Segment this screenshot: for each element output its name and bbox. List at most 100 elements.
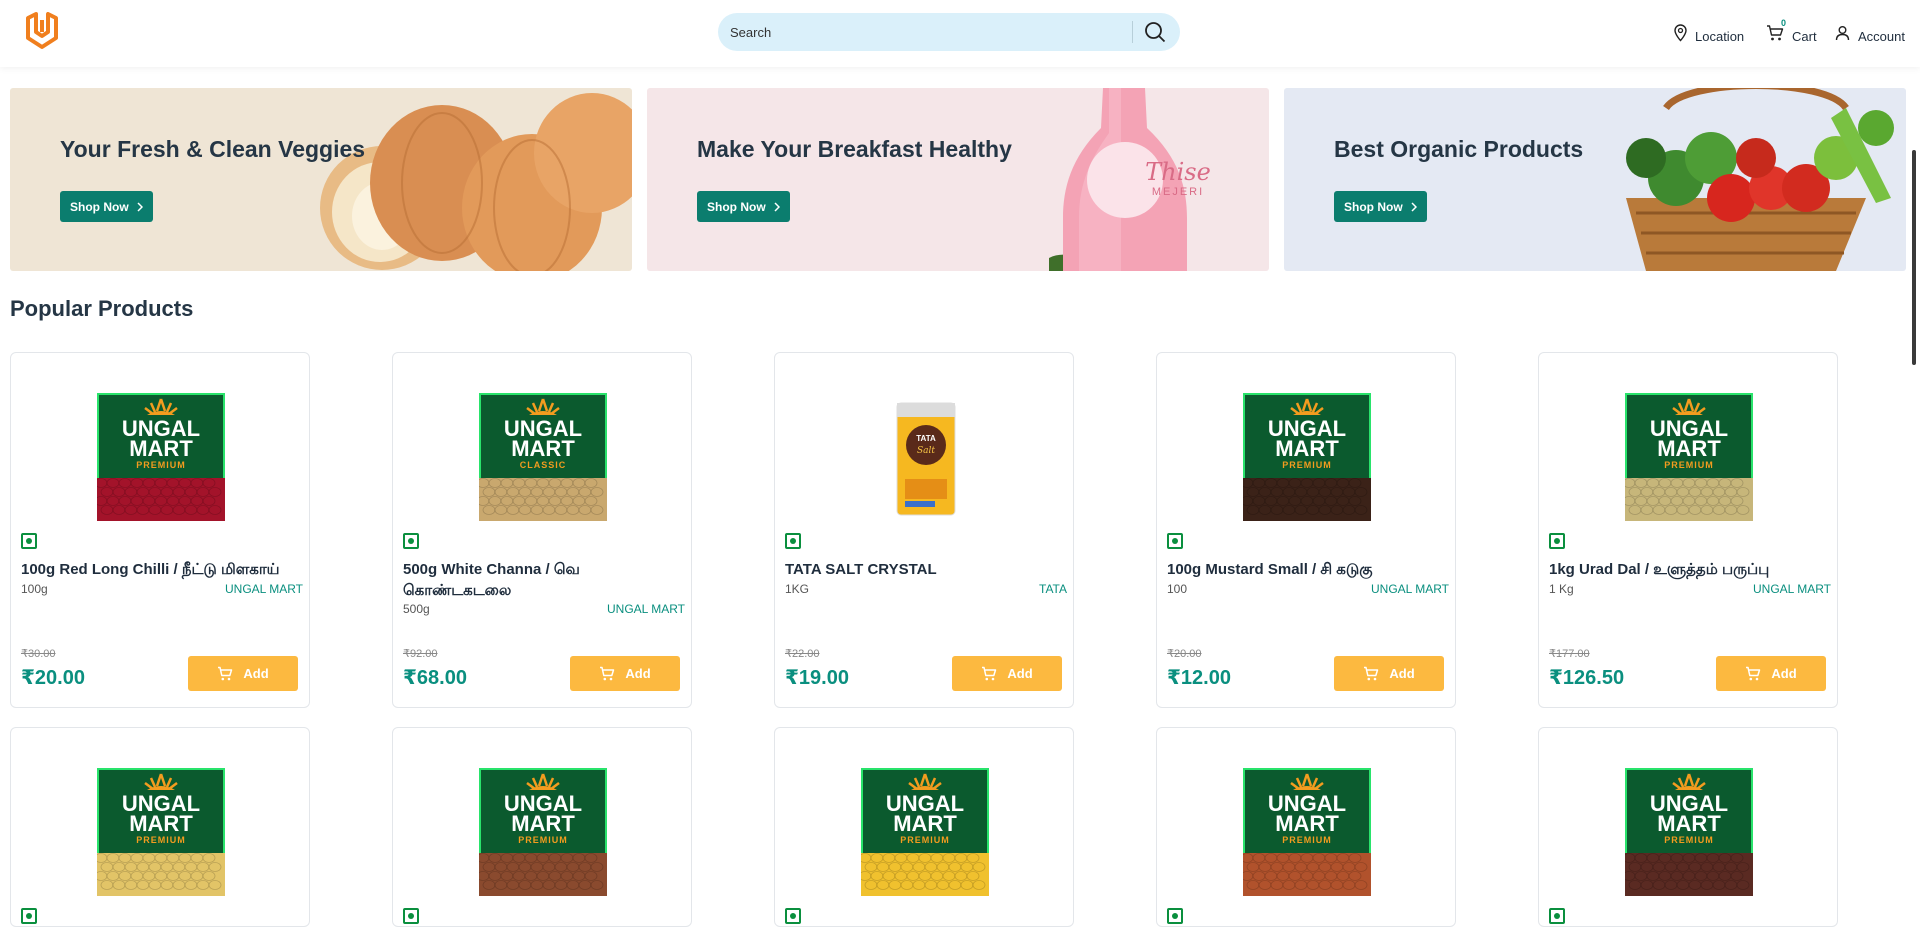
product-meta: 1KG TATA	[785, 582, 1067, 596]
account-link[interactable]: Account	[1835, 20, 1905, 46]
svg-text:MART: MART	[1275, 436, 1339, 461]
product-card[interactable]: UNGAL MART PREMIUM	[774, 727, 1074, 927]
add-to-cart-button[interactable]: Add	[570, 656, 680, 691]
cart-icon	[1364, 666, 1379, 681]
svg-text:CLASSIC: CLASSIC	[520, 460, 567, 470]
banner-title: Best Organic Products	[1334, 136, 1584, 162]
banner-breakfast[interactable]: Thise MEJERI Make Your Breakfast Healthy…	[647, 88, 1269, 271]
add-label: Add	[1007, 666, 1033, 681]
product-name[interactable]: 100g Red Long Chilli / நீட்டு மிளகாய்	[21, 559, 303, 580]
top-header: Location 0 Cart Account	[0, 0, 1920, 67]
product-name[interactable]: 1kg Urad Dal / உளுத்தம் பருப்பு	[1549, 559, 1831, 580]
product-image: UNGALMARTPREMIUM	[1243, 393, 1371, 521]
product-card[interactable]: UNGAL MART PREMIUM 100g Mustard Small / சி …	[1156, 352, 1456, 708]
product-old-price: ₹22.00	[785, 648, 820, 660]
chevron-right-icon	[137, 201, 143, 212]
add-label: Add	[625, 666, 651, 681]
product-brand[interactable]: UNGAL MART	[1753, 582, 1831, 596]
shop-now-button[interactable]: Shop Now	[697, 191, 790, 222]
add-label: Add	[243, 666, 269, 681]
product-card[interactable]: UNGAL MART PREMIUM	[1156, 727, 1456, 927]
svg-text:MART: MART	[511, 436, 575, 461]
product-image: UNGALMARTPREMIUM	[97, 393, 225, 521]
section-title: Popular Products	[10, 296, 194, 321]
product-card[interactable]: UNGAL MART PREMIUM	[10, 727, 310, 927]
product-card[interactable]: UNGAL MART PREMIUM 1kg Urad Dal / உளுத்தம் …	[1538, 352, 1838, 708]
product-card[interactable]: UNGAL MART CLASSIC 500g White Channa / வெ க…	[392, 352, 692, 708]
product-old-price: ₹177.00	[1549, 648, 1590, 660]
product-name[interactable]: TATA SALT CRYSTAL	[785, 559, 1067, 580]
veg-indicator-icon	[21, 908, 37, 924]
shop-now-label: Shop Now	[1344, 199, 1403, 214]
onion-illustration	[320, 93, 632, 271]
location-pin-icon	[1674, 24, 1687, 42]
page-scrollbar[interactable]	[1912, 150, 1916, 365]
search-divider	[1132, 21, 1133, 43]
product-brand[interactable]: TATA	[1039, 582, 1067, 596]
product-brand[interactable]: UNGAL MART	[225, 582, 303, 596]
veg-indicator-icon	[1167, 908, 1183, 924]
cart-label: Cart	[1792, 28, 1817, 44]
banner-title: Your Fresh & Clean Veggies	[60, 136, 366, 162]
add-to-cart-button[interactable]: Add	[1334, 656, 1444, 691]
search-input[interactable]	[730, 21, 1120, 43]
add-label: Add	[1771, 666, 1797, 681]
svg-text:MART: MART	[1275, 811, 1339, 836]
product-meta: 500g UNGAL MART	[403, 602, 685, 616]
veg-indicator-icon	[1167, 533, 1183, 549]
product-quantity: 500g	[403, 602, 430, 616]
product-image: UNGALMARTPREMIUM	[479, 768, 607, 896]
svg-text:PREMIUM: PREMIUM	[1664, 835, 1714, 845]
svg-text:MART: MART	[129, 811, 193, 836]
product-card[interactable]: UNGAL MART PREMIUM	[392, 727, 692, 927]
svg-text:PREMIUM: PREMIUM	[1282, 460, 1332, 470]
product-quantity: 100g	[21, 582, 48, 596]
product-old-price: ₹30.00	[21, 648, 56, 660]
add-to-cart-button[interactable]: Add	[1716, 656, 1826, 691]
bottle-brand-text: Thise	[1145, 158, 1211, 186]
svg-text:PREMIUM: PREMIUM	[1282, 835, 1332, 845]
product-image: UNGALMARTPREMIUM	[1625, 393, 1753, 521]
product-image: UNGALMARTPREMIUM	[97, 768, 225, 896]
product-price: ₹20.00	[21, 667, 85, 689]
product-quantity: 1KG	[785, 582, 810, 596]
svg-text:PREMIUM: PREMIUM	[1664, 460, 1714, 470]
banner-veggies[interactable]: Your Fresh & Clean Veggies Shop Now	[10, 88, 632, 271]
product-old-price: ₹92.00	[403, 648, 438, 660]
svg-text:PREMIUM: PREMIUM	[900, 835, 950, 845]
cart-count-badge: 0	[1781, 18, 1787, 28]
product-card[interactable]: UNGAL MART PREMIUM	[1538, 727, 1838, 927]
location-link[interactable]: Location	[1674, 20, 1744, 46]
product-brand[interactable]: UNGAL MART	[1371, 582, 1449, 596]
product-price: ₹68.00	[403, 667, 467, 689]
product-card[interactable]: UNGAL MART PREMIUM 100g Red Long Chilli / ந…	[10, 352, 310, 708]
svg-text:MART: MART	[1657, 811, 1721, 836]
search-button[interactable]	[1138, 16, 1172, 48]
cart-icon	[982, 666, 997, 681]
veg-indicator-icon	[1549, 908, 1565, 924]
product-price: ₹126.50	[1549, 667, 1625, 689]
svg-text:PREMIUM: PREMIUM	[136, 460, 186, 470]
product-name[interactable]: 500g White Channa / வெ கொண்டகடலை	[403, 559, 685, 601]
vegetable-basket-illustration	[1626, 88, 1894, 271]
store-logo-icon[interactable]	[24, 12, 60, 50]
shop-now-label: Shop Now	[707, 199, 766, 214]
account-label: Account	[1858, 28, 1905, 44]
shop-now-label: Shop Now	[70, 199, 129, 214]
svg-text:PREMIUM: PREMIUM	[518, 835, 568, 845]
product-meta: 100g UNGAL MART	[21, 582, 303, 596]
shop-now-button[interactable]: Shop Now	[60, 191, 153, 222]
banner-organic[interactable]: Best Organic Products Shop Now	[1284, 88, 1906, 271]
cart-link[interactable]: 0 Cart	[1766, 18, 1817, 46]
add-to-cart-button[interactable]: Add	[188, 656, 298, 691]
product-brand[interactable]: UNGAL MART	[607, 602, 685, 616]
product-name[interactable]: 100g Mustard Small / சி கடுகு	[1167, 559, 1449, 580]
shop-now-button[interactable]: Shop Now	[1334, 191, 1427, 222]
veg-indicator-icon	[403, 908, 419, 924]
add-label: Add	[1389, 666, 1415, 681]
product-card[interactable]: TATA Salt TATA SALT CRYSTAL 1KG TATA ₹22.00 ₹1…	[774, 352, 1074, 708]
add-to-cart-button[interactable]: Add	[952, 656, 1062, 691]
product-quantity: 1 Kg	[1549, 582, 1574, 596]
svg-text:MART: MART	[893, 811, 957, 836]
product-price: ₹19.00	[785, 667, 849, 689]
